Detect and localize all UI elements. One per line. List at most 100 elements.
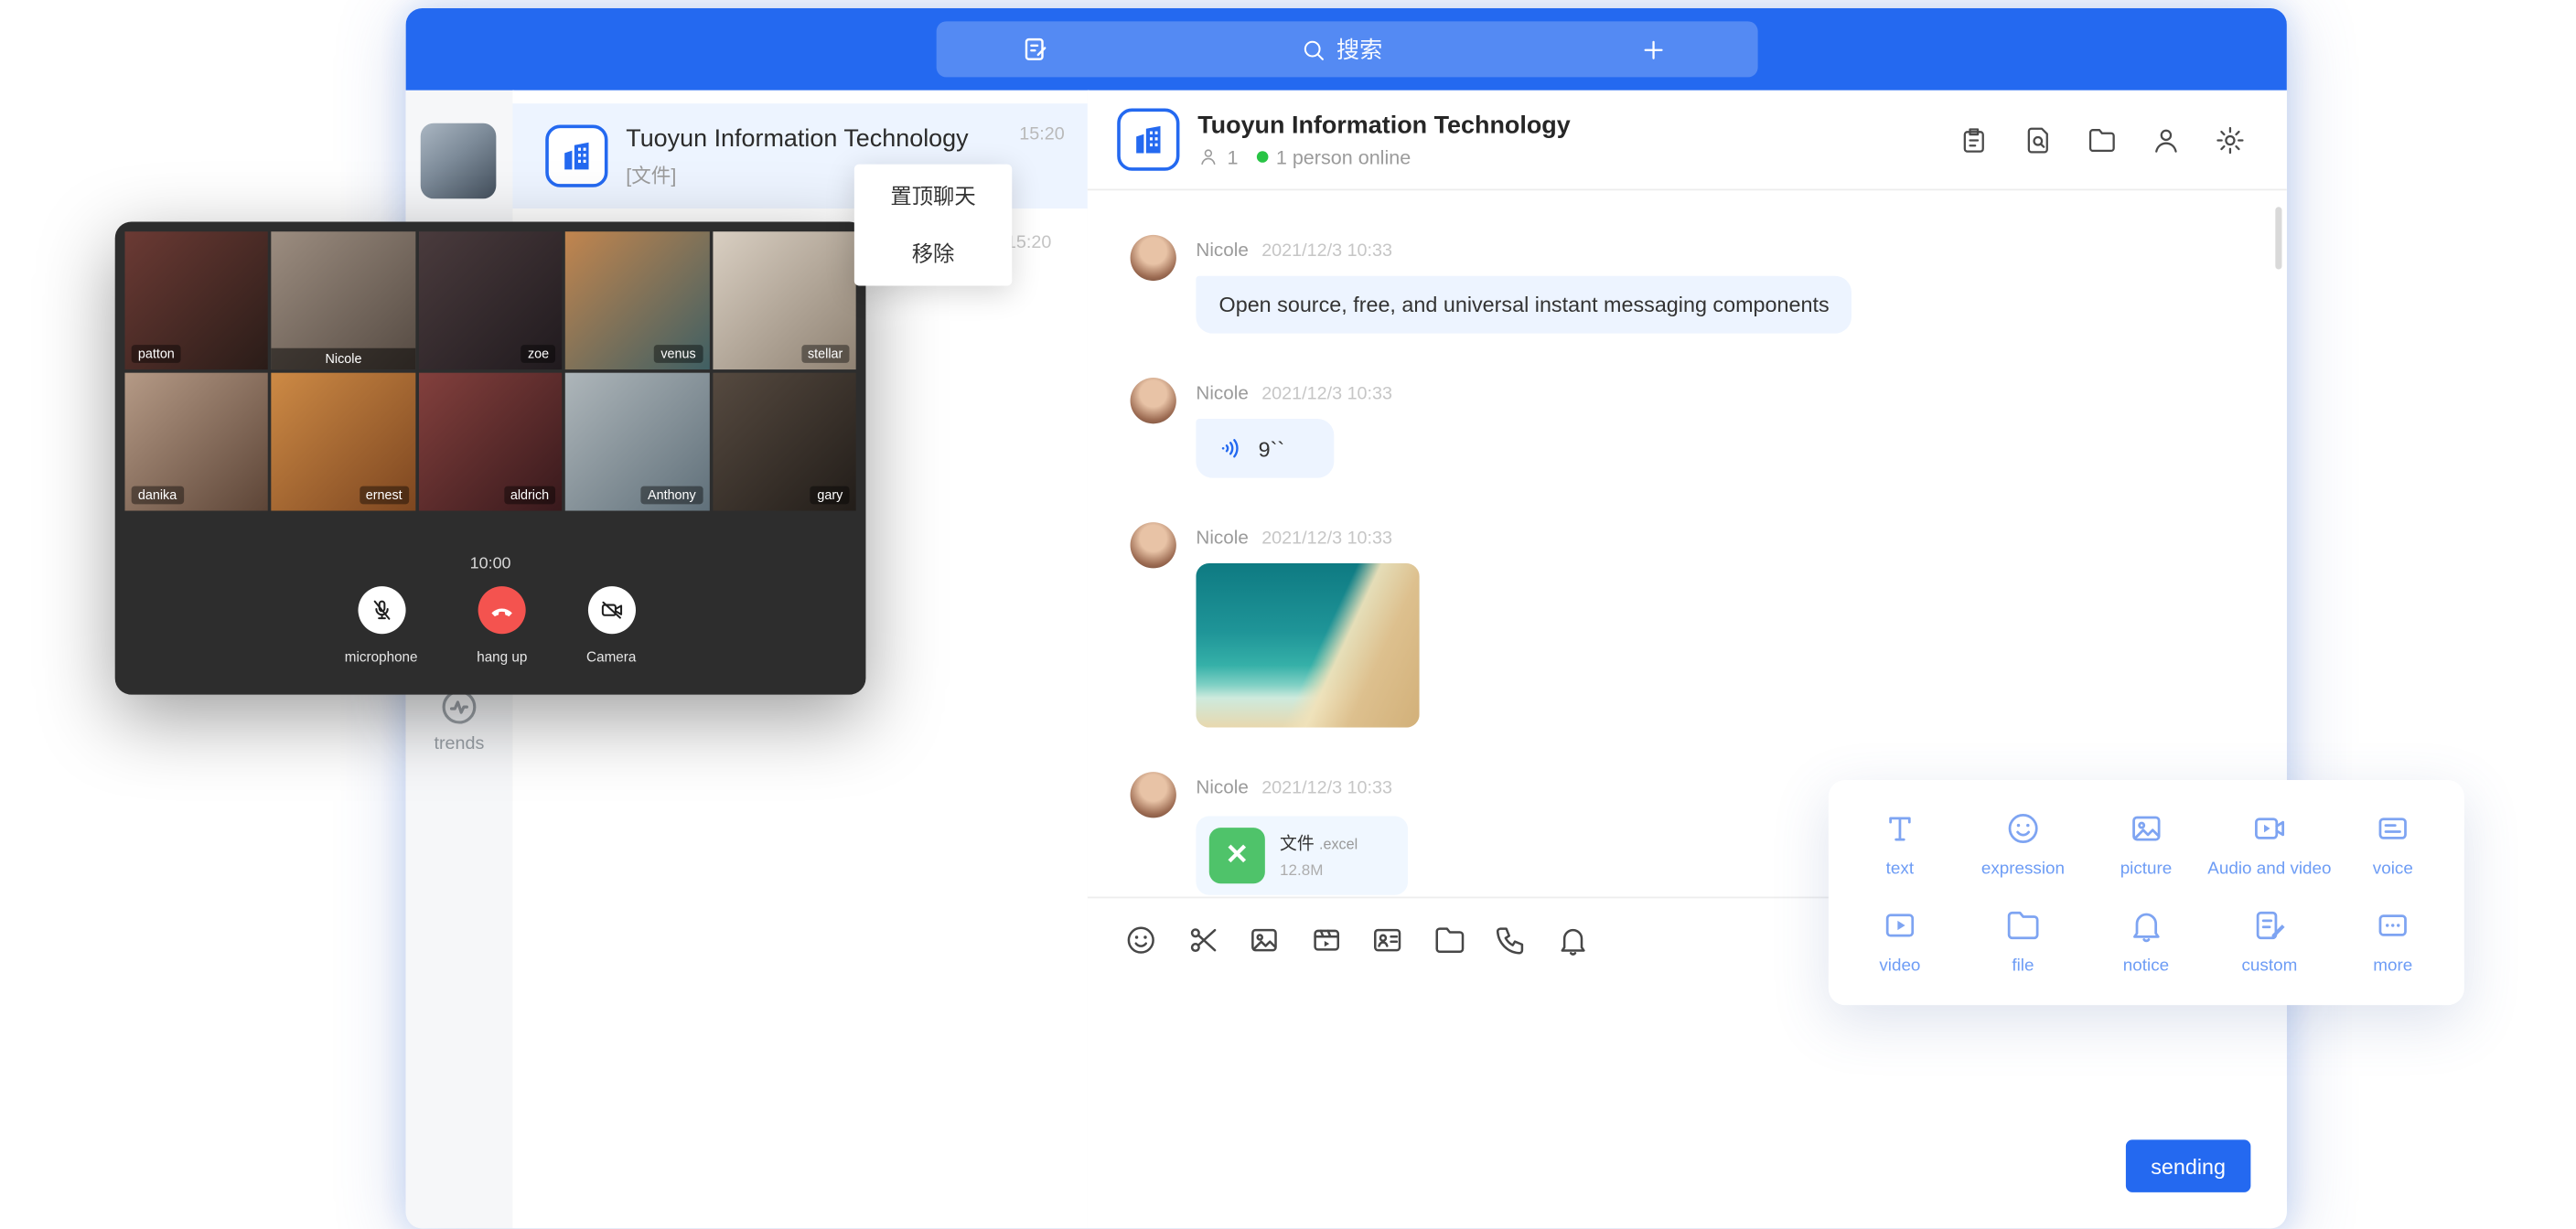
folder-button[interactable]: [1432, 922, 1466, 956]
image-button[interactable]: [1247, 922, 1282, 956]
hangup-button[interactable]: [478, 586, 526, 634]
conversation-title: Tuoyun Information Technology: [626, 124, 1001, 153]
hangup-control: hang up: [477, 586, 527, 665]
panel-item-voice[interactable]: voice: [2332, 796, 2455, 892]
message-time: 2021/12/3 10:33: [1261, 778, 1392, 798]
chat-area: Tuoyun Information Technology 1 1 person…: [1088, 91, 2287, 1229]
notice-bell-icon: [2127, 906, 2164, 944]
emoji-button[interactable]: [1123, 922, 1158, 956]
call-participant: gary: [713, 373, 856, 511]
voice-bubble[interactable]: 9``: [1196, 419, 1334, 478]
control-label: microphone: [345, 648, 418, 665]
files-icon: [2087, 124, 2118, 155]
participant-name: venus: [654, 345, 703, 363]
file-texts: 文件 .excel 12.8M: [1280, 831, 1358, 881]
avatar[interactable]: [1131, 522, 1176, 568]
call-participant: Nicole: [272, 231, 415, 369]
members-count-icon: [1197, 146, 1218, 167]
text-bubble[interactable]: Open source, free, and universal instant…: [1196, 276, 1852, 334]
avatar[interactable]: [1131, 235, 1176, 281]
message-time: 2021/12/3 10:33: [1261, 241, 1392, 262]
mute-button[interactable]: [358, 586, 405, 634]
video-file-icon: [1881, 906, 1918, 944]
call-participant: zoe: [419, 231, 563, 369]
search-record-button[interactable]: [2021, 123, 2055, 157]
call-participant: Anthony: [565, 373, 709, 511]
search-record-icon: [2023, 124, 2054, 155]
image-attachment[interactable]: [1196, 563, 1419, 728]
menu-item-remove[interactable]: 移除: [854, 225, 1012, 283]
screen: 搜索 trends: [0, 0, 2576, 1228]
participant-name: stellar: [801, 345, 850, 363]
announcement-button[interactable]: [1957, 123, 1991, 157]
screenshot-icon: [1186, 922, 1220, 956]
context-menu: 置顶聊天 移除: [854, 165, 1012, 286]
call-button[interactable]: [1493, 922, 1528, 956]
call-controls: microphone hang up Camera: [124, 586, 855, 665]
participant-name: danika: [132, 486, 184, 505]
panel-item-notice[interactable]: notice: [2085, 892, 2208, 989]
notes-icon: [1019, 35, 1048, 64]
announcement-icon: [1959, 124, 1990, 155]
send-button[interactable]: sending: [2126, 1139, 2250, 1192]
video-icon: [1308, 922, 1343, 956]
file-size: 12.8M: [1280, 862, 1358, 881]
notice-button[interactable]: [1555, 922, 1590, 956]
top-bar: 搜索: [406, 8, 2287, 91]
chat-title: Tuoyun Information Technology: [1197, 111, 1957, 139]
more-icon: [2374, 906, 2411, 944]
participant-name: Nicole: [272, 348, 415, 369]
notes-button[interactable]: [936, 21, 1133, 77]
call-participant: patton: [124, 231, 268, 369]
contact-card-button[interactable]: [1370, 922, 1405, 956]
message-text: Nicole 2021/12/3 10:33 Open source, free,…: [1131, 235, 2287, 334]
file-name: 文件 .excel: [1280, 831, 1358, 856]
panel-item-picture[interactable]: picture: [2085, 796, 2208, 892]
mic-off-icon: [369, 598, 393, 623]
building-icon: [1131, 122, 1167, 158]
control-label: hang up: [477, 648, 527, 665]
panel-item-file[interactable]: file: [1961, 892, 2085, 989]
file-attachment[interactable]: ✕ 文件 .excel 12.8M: [1196, 817, 1408, 895]
panel-item-expression[interactable]: expression: [1961, 796, 2085, 892]
call-participant: venus: [565, 231, 709, 369]
files-button[interactable]: [2085, 123, 2120, 157]
trends-label: trends: [434, 734, 484, 754]
call-timer: 10:00: [124, 555, 855, 573]
emoji-icon: [1123, 922, 1158, 956]
participant-name: gary: [810, 486, 849, 505]
members-button[interactable]: [2149, 123, 2184, 157]
message-image: Nicole2021/12/3 10:33: [1131, 522, 2287, 727]
participant-name: patton: [132, 345, 181, 363]
sidebar-item-trends[interactable]: trends: [406, 687, 513, 754]
panel-item-more[interactable]: more: [2332, 892, 2455, 989]
menu-item-pin[interactable]: 置顶聊天: [854, 167, 1012, 225]
sender-name: Nicole: [1196, 241, 1248, 262]
camera-control: Camera: [586, 586, 636, 665]
folder-icon: [1432, 922, 1466, 956]
video-button[interactable]: [1308, 922, 1343, 956]
call-participant: stellar: [713, 231, 856, 369]
chat-header-texts: Tuoyun Information Technology 1 1 person…: [1197, 111, 1957, 168]
control-label: Camera: [586, 648, 636, 665]
settings-button[interactable]: [2213, 123, 2248, 157]
screenshot-button[interactable]: [1186, 922, 1220, 956]
panel-item-text[interactable]: text: [1839, 796, 1962, 892]
avatar[interactable]: [421, 123, 497, 199]
settings-icon: [2215, 124, 2246, 155]
camera-button[interactable]: [587, 586, 635, 634]
call-window: patton Nicole zoe venus stellar danika e…: [115, 221, 866, 694]
avatar[interactable]: [1131, 378, 1176, 423]
avatar[interactable]: [1131, 772, 1176, 818]
add-button[interactable]: [1550, 21, 1756, 77]
panel-item-video[interactable]: video: [1839, 892, 1962, 989]
file-ext: .excel: [1319, 836, 1358, 852]
search-bar[interactable]: 搜索: [1132, 21, 1550, 77]
scrollbar[interactable]: [2275, 207, 2281, 269]
message-body: Nicole 2021/12/3 10:33 Open source, free,…: [1196, 235, 1852, 334]
panel-item-audio-video[interactable]: Audio and video: [2207, 796, 2331, 892]
message-input[interactable]: sending: [1088, 980, 2287, 1228]
panel-item-custom[interactable]: custom: [2207, 892, 2331, 989]
image-icon: [1247, 922, 1282, 956]
text-icon: [1881, 810, 1918, 848]
